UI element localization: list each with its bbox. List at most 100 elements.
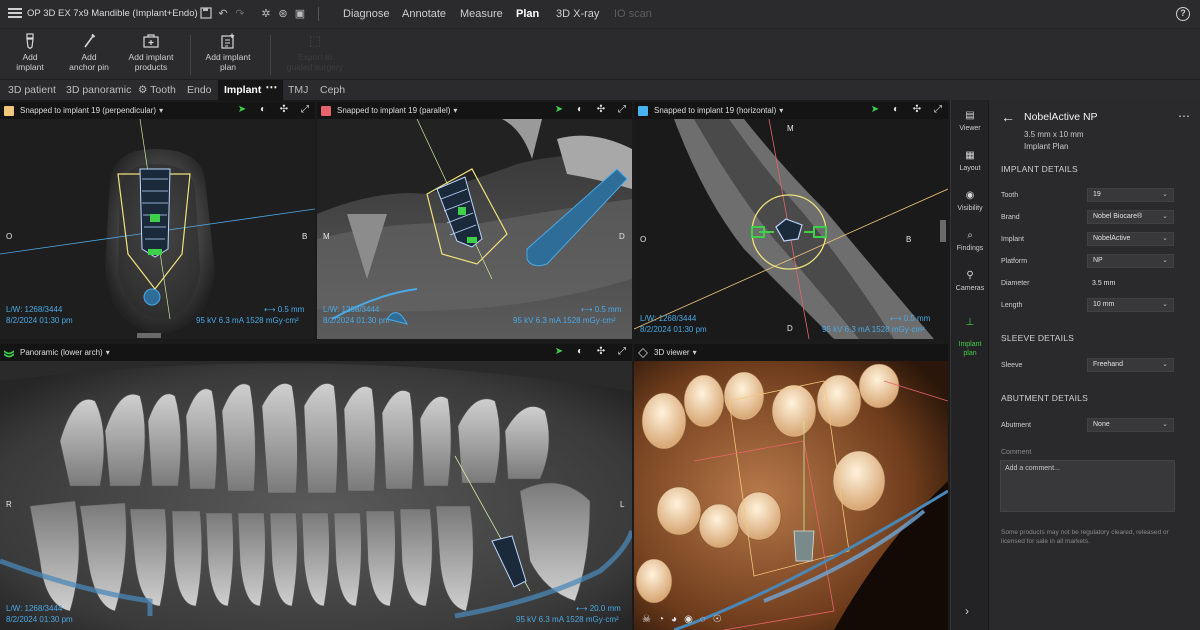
exposure-readout: 95 kV 6.3 mA 1528 mGy·cm²: [516, 615, 619, 624]
length-select[interactable]: 10 mm⌄: [1087, 298, 1174, 312]
contrast-icon[interactable]: ◐: [574, 104, 586, 116]
platform-select[interactable]: NP⌄: [1087, 254, 1174, 268]
help-icon[interactable]: ?: [1176, 7, 1190, 21]
nav-annotate[interactable]: Annotate: [402, 8, 446, 20]
comment-field[interactable]: Add a comment...: [1000, 460, 1175, 512]
nav-plan[interactable]: Plan: [516, 8, 539, 20]
viewport-title[interactable]: Snapped to implant 19 (horizontal): [654, 106, 776, 115]
chevron-down-icon: ⌄: [1162, 233, 1168, 245]
menu-icon[interactable]: [8, 6, 22, 20]
cursor-icon[interactable]: ➤: [869, 104, 881, 116]
screenshot-icon[interactable]: ▣: [293, 7, 307, 21]
tab-3d-panoramic[interactable]: 3D panoramic: [60, 80, 137, 101]
add-implant-plan-button[interactable]: Add implant plan: [203, 33, 253, 72]
pin-icon: [81, 33, 97, 49]
regulatory-disclaimer: Some products may not be regulatory clea…: [1001, 528, 1181, 546]
maximize-icon[interactable]: ⤢: [932, 104, 944, 116]
3d-render-image[interactable]: [634, 361, 948, 630]
cursor-icon[interactable]: ➤: [553, 104, 565, 116]
sidebar-item-findings[interactable]: ⌕ Findings: [951, 230, 989, 253]
undo-icon[interactable]: ↶: [216, 7, 230, 21]
save-icon[interactable]: [199, 7, 213, 21]
more-icon[interactable]: ⋯: [265, 77, 277, 98]
tab-tooth[interactable]: ⚙ Tooth: [132, 80, 182, 101]
sidebar-item-label: Findings: [957, 245, 983, 252]
tab-3d-patient[interactable]: 3D patient: [2, 80, 62, 101]
nav-io-scan[interactable]: IO scan: [614, 8, 652, 20]
maximize-icon[interactable]: ⤢: [616, 104, 628, 116]
skull-top-icon[interactable]: ◉: [684, 614, 693, 625]
viewport-title[interactable]: 3D viewer: [654, 348, 690, 357]
field-label: Diameter: [1001, 280, 1029, 287]
reset-view-icon[interactable]: ✣: [911, 104, 923, 116]
add-implant-button[interactable]: Add implant: [12, 33, 48, 72]
skull-right-icon[interactable]: ◕: [671, 614, 677, 625]
abutment-select[interactable]: None ⌄: [1087, 418, 1174, 432]
add-implant-products-button[interactable]: Add implant products: [126, 33, 176, 72]
tab-tmj[interactable]: TMJ: [282, 80, 314, 101]
nav-measure[interactable]: Measure: [460, 8, 503, 20]
section-heading: ABUTMENT DETAILS: [1001, 393, 1088, 403]
chevron-down-icon[interactable]: ▾: [693, 348, 697, 357]
chevron-down-icon[interactable]: ▾: [106, 348, 110, 357]
chevron-down-icon: ⌄: [1162, 359, 1168, 371]
slice-scrollbar[interactable]: [137, 333, 161, 338]
viewport-title[interactable]: Snapped to implant 19 (parallel): [337, 106, 450, 115]
contrast-icon[interactable]: ◐: [890, 104, 902, 116]
add-anchor-pin-button[interactable]: Add anchor pin: [68, 33, 110, 72]
panoramic-image[interactable]: [0, 361, 632, 630]
viewport-horizontal[interactable]: Snapped to implant 19 (horizontal) ▾ ➤ ◐…: [634, 102, 948, 339]
skull-back-icon[interactable]: ☉: [713, 614, 722, 625]
reset-view-icon[interactable]: ✣: [595, 104, 607, 116]
reset-view-icon[interactable]: ✣: [278, 104, 290, 116]
reset-view-icon[interactable]: ✣: [595, 346, 607, 358]
slice-scrollbar[interactable]: [940, 220, 946, 242]
products-icon: [143, 33, 159, 49]
chevron-down-icon[interactable]: ▾: [779, 106, 783, 115]
settings-icon[interactable]: ✲: [259, 7, 273, 21]
implant-select[interactable]: NobelActive⌄: [1087, 232, 1174, 246]
cursor-icon[interactable]: ➤: [553, 346, 565, 358]
right-sidebar: ▤ Viewer ▦ Layout ◉ Visibility ⌕ Finding…: [950, 100, 988, 630]
viewport-title[interactable]: Snapped to implant 19 (perpendicular): [20, 106, 156, 115]
skull-bottom-icon[interactable]: ◌: [700, 614, 706, 625]
tab-implant[interactable]: Implant ⋯: [218, 80, 283, 101]
skull-left-icon[interactable]: ◔: [658, 614, 664, 625]
maximize-icon[interactable]: ⤢: [299, 104, 311, 116]
sidebar-item-viewer[interactable]: ▤ Viewer: [951, 110, 989, 133]
tooth-settings-icon[interactable]: ⊛: [276, 7, 290, 21]
contrast-icon[interactable]: ◐: [257, 104, 269, 116]
viewport-parallel[interactable]: Snapped to implant 19 (parallel) ▾ ➤ ◐ ✣…: [317, 102, 632, 339]
sidebar-item-implant-plan[interactable]: ⊥ Implant plan: [951, 308, 989, 358]
sidebar-item-cameras[interactable]: ⚲ Cameras: [951, 270, 989, 293]
viewport-3d[interactable]: 3D viewer ▾: [634, 344, 948, 630]
brand-select[interactable]: Nobel Biocare®⌄: [1087, 210, 1174, 224]
more-options-icon[interactable]: ⋯: [1178, 109, 1190, 123]
nav-diagnose[interactable]: Diagnose: [343, 8, 389, 20]
tab-endo[interactable]: Endo: [181, 80, 218, 101]
sidebar-item-layout[interactable]: ▦ Layout: [951, 150, 989, 173]
field-value: None: [1093, 421, 1110, 428]
viewport-panoramic[interactable]: Panoramic (lower arch) ▾ ➤ ◐ ✣ ⤢: [0, 344, 632, 630]
field-value: 19: [1093, 191, 1101, 198]
chevron-down-icon[interactable]: ▾: [453, 106, 457, 115]
horizontal-slice-image[interactable]: [634, 119, 948, 339]
tooth-select[interactable]: 19⌄: [1087, 188, 1174, 202]
skull-front-icon[interactable]: ☠: [642, 614, 651, 625]
redo-icon[interactable]: ↷: [233, 7, 247, 21]
tab-ceph[interactable]: Ceph: [314, 80, 351, 101]
chevron-down-icon: ⌄: [1162, 419, 1168, 431]
cursor-icon[interactable]: ➤: [236, 104, 248, 116]
chevron-right-icon[interactable]: ›: [965, 604, 969, 618]
back-arrow-icon[interactable]: ←: [1001, 109, 1015, 125]
exposure-readout: 95 kV 6.3 mA 1528 mGy·cm²: [513, 316, 616, 325]
sidebar-item-visibility[interactable]: ◉ Visibility: [951, 190, 989, 213]
export-guided-surgery-button[interactable]: ⬚ Export to guided surgery: [280, 33, 350, 72]
viewport-perpendicular[interactable]: Snapped to implant 19 (perpendicular) ▾ …: [0, 102, 315, 339]
sleeve-select[interactable]: Freehand⌄: [1087, 358, 1174, 372]
contrast-icon[interactable]: ◐: [574, 346, 586, 358]
nav-3d-xray[interactable]: 3D X-ray: [556, 8, 599, 20]
maximize-icon[interactable]: ⤢: [616, 346, 628, 358]
viewport-title[interactable]: Panoramic (lower arch): [20, 348, 103, 357]
chevron-down-icon[interactable]: ▾: [159, 106, 163, 115]
